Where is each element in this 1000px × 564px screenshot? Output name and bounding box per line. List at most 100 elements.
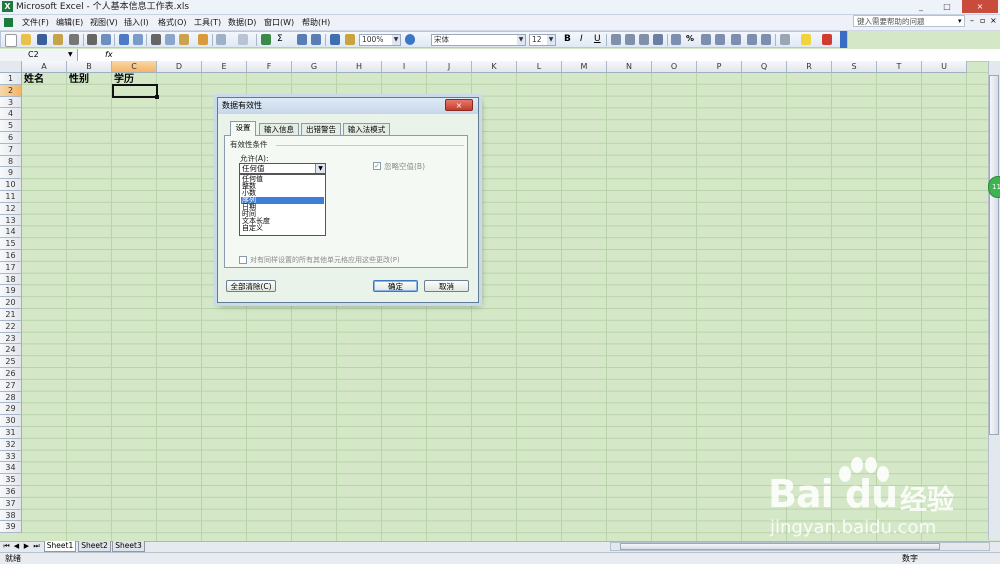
- menu-edit[interactable]: 编辑(E): [56, 15, 83, 30]
- zoom-combo[interactable]: 100% ▼: [359, 34, 401, 46]
- cell-a1[interactable]: 姓名: [24, 73, 44, 85]
- row-header-29[interactable]: 29: [0, 403, 22, 416]
- side-float-widget[interactable]: 11: [988, 176, 1000, 198]
- apply-all-checkbox[interactable]: [239, 256, 247, 264]
- row-header-9[interactable]: 9: [0, 167, 22, 180]
- column-header-g[interactable]: G: [292, 61, 337, 73]
- column-header-p[interactable]: P: [697, 61, 742, 73]
- row-header-37[interactable]: 37: [0, 497, 22, 510]
- increase-decimal-icon[interactable]: [715, 34, 725, 45]
- row-header-26[interactable]: 26: [0, 368, 22, 380]
- bold-button[interactable]: B: [564, 34, 571, 44]
- copy-icon[interactable]: [165, 34, 175, 45]
- help-question-input[interactable]: 键入需要帮助的问题: [853, 15, 965, 27]
- next-sheet-icon[interactable]: ▶: [22, 541, 31, 552]
- fill-handle[interactable]: [155, 95, 159, 99]
- row-header-24[interactable]: 24: [0, 344, 22, 357]
- column-header-q[interactable]: Q: [742, 61, 787, 73]
- minimize-button[interactable]: _: [908, 0, 934, 13]
- select-all-corner[interactable]: [0, 61, 22, 73]
- spelling-icon[interactable]: [119, 34, 129, 45]
- row-header-3[interactable]: 3: [0, 96, 22, 109]
- cell-b1[interactable]: 性别: [69, 73, 89, 85]
- help-dropdown-icon[interactable]: ▾: [958, 17, 962, 25]
- row-header-10[interactable]: 10: [0, 179, 22, 191]
- menu-view[interactable]: 视图(V): [90, 15, 118, 30]
- email-icon[interactable]: [69, 34, 79, 45]
- ignore-blank-checkbox[interactable]: ✓: [373, 162, 381, 170]
- option-custom[interactable]: 自定义: [241, 225, 324, 232]
- percent-button[interactable]: %: [686, 34, 694, 43]
- cancel-button[interactable]: 取消: [424, 280, 469, 292]
- row-header-1[interactable]: 1: [0, 73, 22, 85]
- decrease-decimal-icon[interactable]: [731, 34, 741, 45]
- column-header-t[interactable]: T: [877, 61, 922, 73]
- row-header-28[interactable]: 28: [0, 391, 22, 404]
- font-name-combo[interactable]: 宋体 ▼: [431, 34, 526, 46]
- underline-button[interactable]: U: [594, 34, 601, 44]
- row-header-33[interactable]: 33: [0, 450, 22, 463]
- dialog-close-button[interactable]: ×: [445, 99, 473, 111]
- row-header-27[interactable]: 27: [0, 379, 22, 392]
- toolbar-options-handle[interactable]: [840, 31, 847, 48]
- autosum-icon[interactable]: Σ: [277, 34, 283, 44]
- column-header-o[interactable]: O: [652, 61, 697, 73]
- row-header-7[interactable]: 7: [0, 143, 22, 156]
- active-cell-c2[interactable]: [112, 84, 158, 98]
- chart-wizard-icon[interactable]: [330, 34, 340, 45]
- vertical-scroll-thumb[interactable]: [989, 75, 999, 435]
- hyperlink-icon[interactable]: [261, 34, 271, 45]
- row-header-4[interactable]: 4: [0, 108, 22, 121]
- row-header-11[interactable]: 11: [0, 191, 22, 203]
- row-header-25[interactable]: 25: [0, 356, 22, 368]
- menu-tools[interactable]: 工具(T): [194, 15, 221, 30]
- row-header-22[interactable]: 22: [0, 320, 22, 333]
- row-header-19[interactable]: 19: [0, 285, 22, 298]
- menu-format[interactable]: 格式(O): [158, 15, 187, 30]
- tab-ime-mode[interactable]: 输入法模式: [343, 123, 390, 135]
- close-window-button[interactable]: ×: [962, 0, 998, 13]
- comma-style-icon[interactable]: [701, 34, 711, 45]
- row-header-31[interactable]: 31: [0, 427, 22, 439]
- row-header-39[interactable]: 39: [0, 521, 22, 534]
- column-header-h[interactable]: H: [337, 61, 382, 73]
- tab-settings[interactable]: 设置: [230, 121, 256, 136]
- row-header-36[interactable]: 36: [0, 486, 22, 498]
- print-preview-icon[interactable]: [101, 34, 111, 45]
- drawing-icon[interactable]: [345, 34, 355, 45]
- tab-input-message[interactable]: 输入信息: [259, 123, 299, 135]
- currency-icon[interactable]: [671, 34, 681, 45]
- redo-icon[interactable]: [238, 34, 248, 45]
- undo-icon[interactable]: [216, 34, 226, 45]
- horizontal-scroll-thumb[interactable]: [620, 543, 940, 550]
- column-header-f[interactable]: F: [247, 61, 292, 73]
- column-header-l[interactable]: L: [517, 61, 562, 73]
- column-header-m[interactable]: M: [562, 61, 607, 73]
- menu-data[interactable]: 数据(D): [228, 15, 256, 30]
- merge-center-icon[interactable]: [653, 34, 663, 45]
- sheet-tab-sheet1[interactable]: Sheet1: [44, 541, 76, 552]
- align-left-icon[interactable]: [611, 34, 621, 45]
- tab-error-alert[interactable]: 出错警告: [301, 123, 341, 135]
- decrease-indent-icon[interactable]: [747, 34, 757, 45]
- menu-file[interactable]: 文件(F): [22, 15, 49, 30]
- sort-descending-icon[interactable]: [311, 34, 321, 45]
- row-header-13[interactable]: 13: [0, 214, 22, 227]
- sheet-tab-sheet2[interactable]: Sheet2: [78, 541, 111, 552]
- font-color-icon[interactable]: [822, 34, 832, 45]
- menu-help[interactable]: 帮助(H): [302, 15, 330, 30]
- last-sheet-icon[interactable]: ⏭: [32, 541, 41, 552]
- print-icon[interactable]: [87, 34, 97, 45]
- fill-color-icon[interactable]: [801, 34, 811, 45]
- sort-ascending-icon[interactable]: [297, 34, 307, 45]
- italic-button[interactable]: I: [580, 34, 583, 44]
- column-header-d[interactable]: D: [157, 61, 202, 73]
- align-right-icon[interactable]: [639, 34, 649, 45]
- prev-sheet-icon[interactable]: ◀: [12, 541, 21, 552]
- column-header-j[interactable]: J: [427, 61, 472, 73]
- open-icon[interactable]: [21, 34, 31, 45]
- insert-function-icon[interactable]: fx: [105, 49, 117, 61]
- name-box-dropdown-icon[interactable]: ▼: [68, 49, 73, 61]
- column-header-a[interactable]: A: [22, 61, 67, 73]
- maximize-button[interactable]: □: [934, 0, 960, 13]
